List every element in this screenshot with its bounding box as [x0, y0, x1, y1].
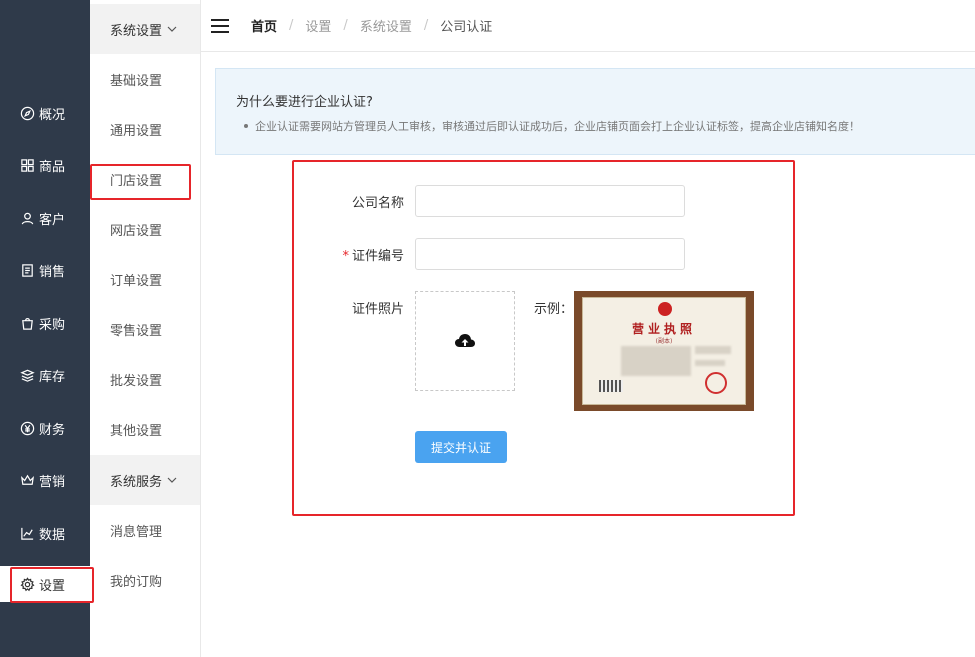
breadcrumb-system-settings[interactable]: 系统设置	[360, 16, 412, 35]
rail-item-finance[interactable]: 财务	[0, 410, 90, 446]
required-mark: *	[342, 249, 349, 264]
chevron-down-icon	[167, 26, 177, 32]
submenu-item-basic[interactable]: 基础设置	[90, 54, 200, 104]
license-subtitle: (副本)	[655, 338, 673, 345]
example-label: 示例：	[534, 302, 574, 317]
rail-item-overview[interactable]: 概况	[0, 95, 90, 131]
submenu-group-label: 系统服务	[110, 474, 163, 490]
submenu-item-label: 消息管理	[110, 524, 163, 540]
rail-item-label: 采购	[39, 317, 66, 333]
license-example-image: 营业执照 (副本)	[574, 291, 754, 411]
breadcrumb-separator: /	[289, 18, 294, 33]
crown-icon	[21, 474, 34, 485]
cert-photo-label: 证件照片	[351, 302, 404, 317]
rail-item-label: 概况	[39, 107, 66, 123]
submenu-item-messages[interactable]: 消息管理	[90, 505, 200, 555]
rail-item-goods[interactable]: 商品	[0, 147, 90, 183]
cert-number-input[interactable]	[415, 238, 685, 270]
notice-text: 企业认证需要网站方管理员人工审核，审核通过后即认证成功后，企业店铺页面会打上企业…	[255, 120, 860, 133]
submit-certification-button[interactable]: 提交并认证	[415, 431, 507, 463]
submenu-item-label: 零售设置	[110, 323, 163, 339]
rail-item-data[interactable]: 数据	[0, 515, 90, 551]
bag-icon	[22, 317, 33, 330]
company-name-label: 公司名称	[351, 196, 404, 211]
submenu-item-label: 网店设置	[110, 223, 163, 239]
submenu-item-retail[interactable]: 零售设置	[90, 304, 200, 354]
rail-item-label: 库存	[39, 369, 66, 385]
submenu-item-label: 我的订购	[110, 574, 163, 590]
notice-title: 为什么要进行企业认证?	[236, 95, 373, 110]
submenu-item-order[interactable]: 订单设置	[90, 254, 200, 304]
rail-item-label: 营销	[39, 474, 66, 490]
submenu-item-label: 基础设置	[110, 73, 163, 89]
compass-icon	[20, 106, 35, 120]
submenu-group-label: 系统设置	[110, 23, 163, 39]
submenu-item-wholesale[interactable]: 批发设置	[90, 354, 200, 404]
breadcrumb-settings[interactable]: 设置	[305, 16, 331, 35]
submenu-item-other[interactable]: 其他设置	[90, 404, 200, 454]
chevron-down-icon	[167, 477, 177, 483]
submenu-item-label: 批发设置	[110, 373, 163, 389]
submenu-item-label: 订单设置	[110, 273, 163, 289]
settings-submenu: 系统设置 基础设置 通用设置 门店设置 网店设置 订单设置 零售设置 批发设置 …	[90, 0, 201, 657]
yen-icon	[20, 421, 35, 435]
breadcrumb-current: 公司认证	[440, 20, 493, 35]
highlight-settings	[10, 567, 94, 603]
photo-upload-box[interactable]	[415, 291, 515, 391]
rail-item-label: 客户	[39, 212, 66, 228]
cert-number-label: * 证件编号	[342, 249, 404, 264]
breadcrumb-separator: /	[343, 18, 348, 33]
rail-item-label: 销售	[39, 264, 66, 280]
menu-toggle-icon[interactable]	[211, 18, 229, 33]
submenu-item-general[interactable]: 通用设置	[90, 104, 200, 154]
company-name-input[interactable]	[415, 185, 685, 217]
submenu-item-online-store[interactable]: 网店设置	[90, 204, 200, 254]
certification-form: 公司名称 * 证件编号 证件照片 示例： 营业执照 (副本) 提交并认证	[292, 160, 795, 516]
submenu-group-system-settings[interactable]: 系统设置	[90, 4, 200, 54]
rail-item-label: 数据	[39, 527, 66, 543]
certification-notice: 为什么要进行企业认证? 企业认证需要网站方管理员人工审核，审核通过后即认证成功后…	[215, 68, 975, 155]
submenu-item-label: 其他设置	[110, 423, 163, 439]
qr-code-icon	[599, 380, 623, 392]
rail-item-label: 商品	[39, 159, 66, 175]
main-sidebar: 概况 商品 客户 销售 采购 库存 财务 营销 数据 设置	[0, 0, 90, 657]
national-emblem-icon	[658, 302, 672, 316]
rail-item-marketing[interactable]: 营销	[0, 462, 90, 498]
notice-text-row: 企业认证需要网站方管理员人工审核，审核通过后即认证成功后，企业店铺页面会打上企业…	[236, 118, 975, 134]
rail-item-sales[interactable]: 销售	[0, 252, 90, 288]
rail-item-label: 财务	[39, 422, 66, 438]
cloud-upload-icon	[455, 334, 475, 347]
breadcrumb-home[interactable]: 首页	[251, 16, 277, 35]
submenu-group-system-services[interactable]: 系统服务	[90, 455, 200, 505]
document-icon	[22, 263, 33, 277]
breadcrumb-separator: /	[423, 18, 429, 33]
bullet-icon	[244, 124, 248, 128]
chart-icon	[21, 527, 34, 540]
user-icon	[21, 212, 34, 224]
rail-item-customer[interactable]: 客户	[0, 200, 90, 236]
license-title: 营业执照	[631, 322, 696, 336]
submenu-item-my-subscriptions[interactable]: 我的订购	[90, 555, 200, 605]
layers-icon	[20, 369, 35, 382]
grid-icon	[21, 158, 34, 172]
submenu-item-label: 通用设置	[110, 123, 163, 139]
highlight-store-settings	[90, 164, 191, 200]
rail-item-purchase[interactable]: 采购	[0, 305, 90, 341]
top-header: 首页 / 设置 / 系统设置 / 公司认证	[201, 0, 975, 52]
seal-stamp-icon	[705, 372, 727, 394]
rail-item-stock[interactable]: 库存	[0, 357, 90, 393]
